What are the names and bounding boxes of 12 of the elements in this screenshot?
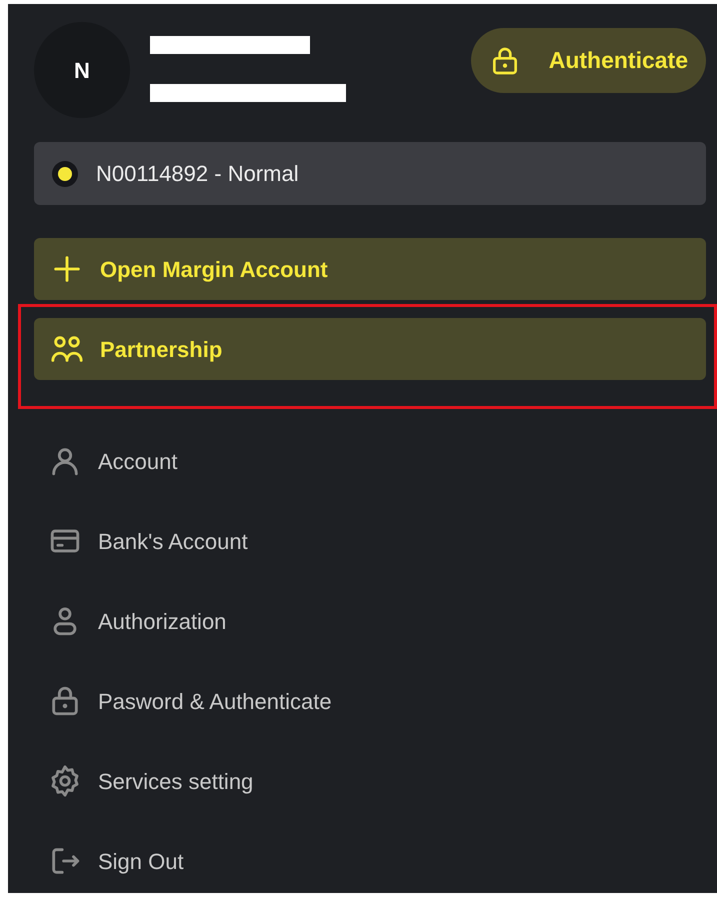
authenticate-button[interactable]: Authenticate [470, 28, 706, 93]
avatar: N [34, 22, 130, 118]
account-label: N00114892 - Normal [96, 160, 299, 188]
account-selector[interactable]: N00114892 - Normal [34, 142, 706, 205]
action-button[interactable]: Partnership [34, 318, 706, 380]
action-button[interactable]: Open Margin Account [34, 238, 706, 300]
menu-item[interactable]: Account [34, 421, 706, 501]
menu-item[interactable]: Pasword & Authenticate [34, 661, 706, 741]
menu-item[interactable]: Sign Out [34, 821, 706, 901]
menu-item[interactable]: Authorization [34, 581, 706, 661]
menu-item[interactable]: Bank's Account [34, 501, 706, 581]
menu-item[interactable]: Services setting [34, 741, 706, 821]
